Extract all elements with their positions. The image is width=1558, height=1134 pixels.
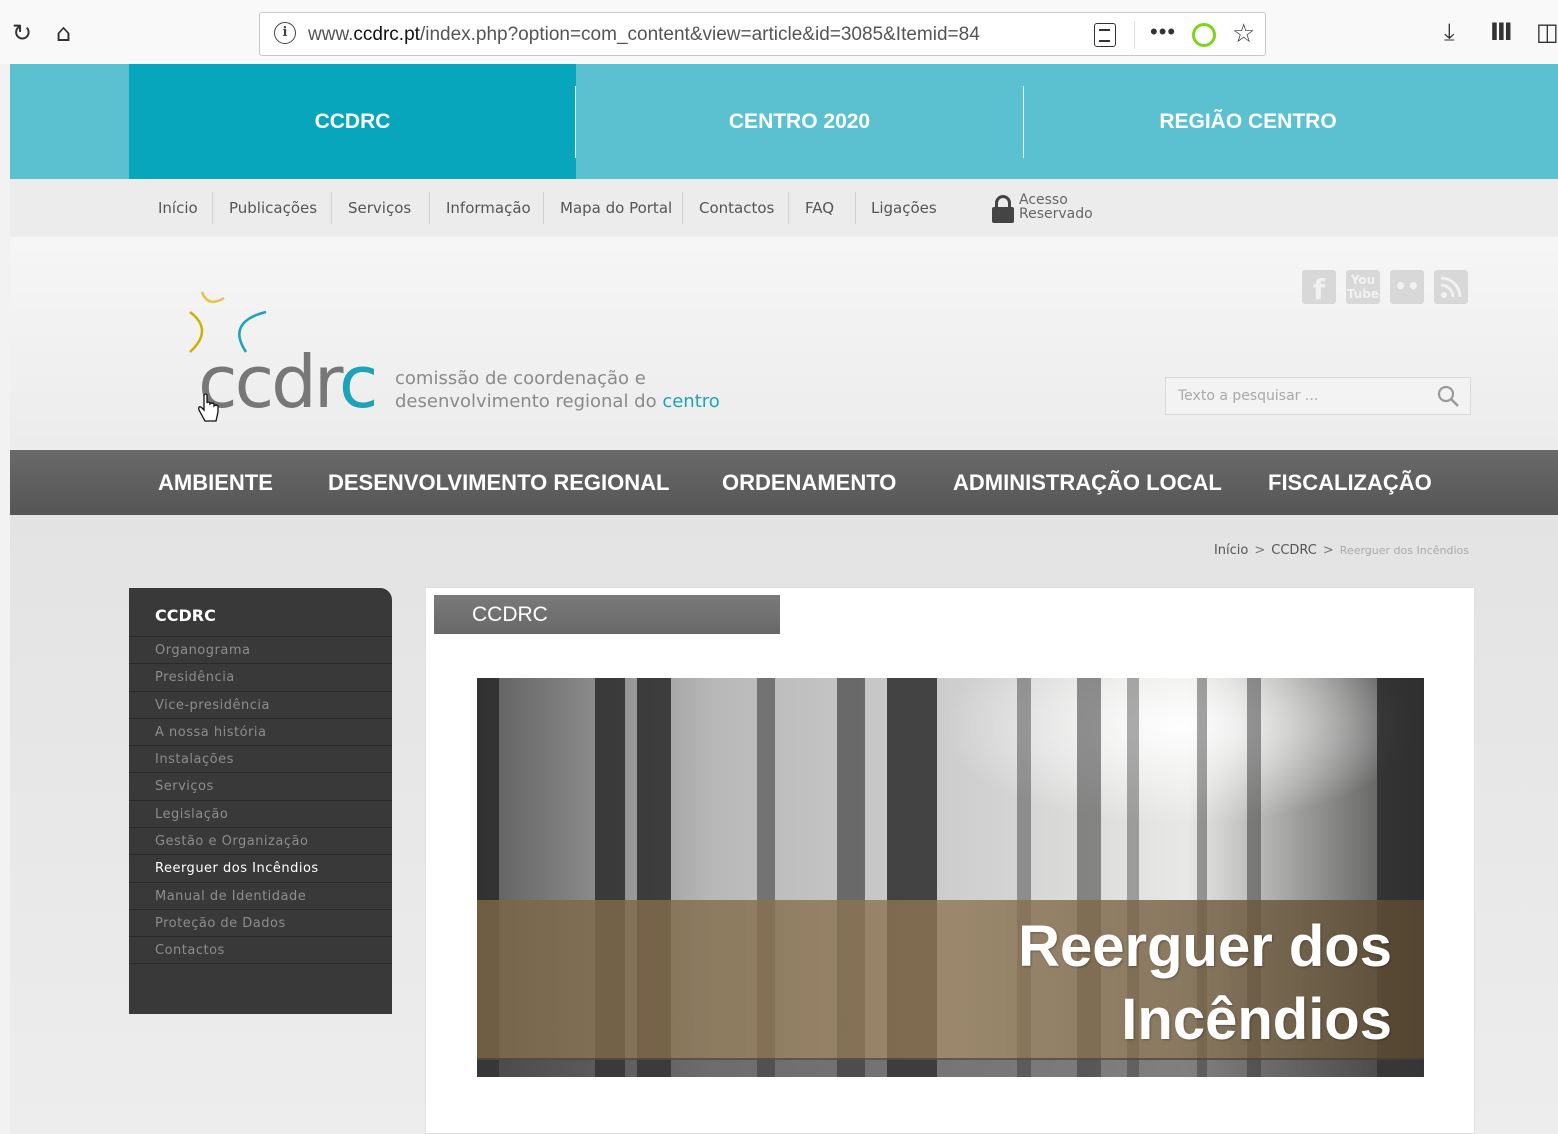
mainnav-fiscalizacao[interactable]: FISCALIZAÇÃO — [1268, 450, 1432, 515]
mainnav-administracao-local[interactable]: ADMINISTRAÇÃO LOCAL — [953, 450, 1222, 515]
breadcrumb-current: Reerguer dos Incêndios — [1339, 544, 1469, 557]
main-nav: AMBIENTE DESENVOLVIMENTO REGIONAL ORDENA… — [10, 450, 1558, 515]
reader-view-icon[interactable] — [1094, 23, 1116, 47]
tab-regiao-centro[interactable]: REGIÃO CENTRO — [1024, 64, 1472, 179]
breadcrumb-ccdrc[interactable]: CCDRC — [1271, 543, 1317, 558]
side-item-organograma[interactable]: Organograma — [129, 636, 392, 663]
secondary-nav: Início Publicações Serviços Informação M… — [10, 179, 1558, 237]
side-item-contactos[interactable]: Contactos — [129, 936, 392, 964]
search-input[interactable] — [1166, 378, 1426, 414]
tab-ccdrc[interactable]: CCDRC — [129, 64, 576, 179]
site-info-icon[interactable]: i — [274, 22, 296, 44]
hand-cursor-icon — [198, 393, 219, 422]
top-section-tabs: CCDRC CENTRO 2020 REGIÃO CENTRO — [10, 64, 1558, 179]
download-icon[interactable]: ⤓ — [1444, 18, 1455, 46]
subnav-contactos[interactable]: Contactos — [699, 179, 774, 237]
subnav-faq[interactable]: FAQ — [805, 179, 834, 237]
address-bar[interactable]: i www.ccdrc.pt/index.php?option=com_cont… — [259, 12, 1266, 56]
side-item-vice-presidencia[interactable]: Vice-presidência — [129, 690, 392, 718]
side-item-servicos[interactable]: Serviços — [129, 772, 392, 799]
logo-tagline: comissão de coordenação e desenvolviment… — [395, 368, 720, 412]
article-panel: CCDRC Reerguer dos Incêndios — [425, 587, 1475, 1134]
side-item-presidencia[interactable]: Presidência — [129, 663, 392, 690]
acesso-reservado-link[interactable]: Acesso Reservado — [1019, 193, 1129, 221]
subnav-ligacoes[interactable]: Ligações — [871, 179, 937, 237]
side-menu: CCDRC Organograma Presidência Vice-presi… — [129, 588, 392, 1014]
side-menu-list: Organograma Presidência Vice-presidência… — [129, 636, 392, 964]
side-item-reerguer-dos-incendios[interactable]: Reerguer dos Incêndios — [129, 854, 392, 881]
side-item-instalacoes[interactable]: Instalações — [129, 745, 392, 772]
side-item-legislacao[interactable]: Legislação — [129, 799, 392, 827]
lock-icon[interactable] — [992, 195, 1014, 225]
subnav-mapa-do-portal[interactable]: Mapa do Portal — [560, 179, 672, 237]
site-header: ccdrc comissão de coordenação e desenvol… — [10, 237, 1558, 450]
article-section-tab: CCDRC — [434, 595, 780, 634]
tab-centro-2020[interactable]: CENTRO 2020 — [576, 64, 1023, 179]
side-item-gestao-e-organizacao[interactable]: Gestão e Organização — [129, 827, 392, 854]
logo-wordmark[interactable]: ccdrc — [198, 337, 378, 427]
reload-icon[interactable]: ↻ — [12, 18, 32, 48]
bookmark-star-icon[interactable]: ☆ — [1232, 19, 1255, 49]
subnav-informacao[interactable]: Informação — [446, 179, 531, 237]
url-text[interactable]: www.ccdrc.pt/index.php?option=com_conten… — [308, 24, 1038, 46]
side-item-a-nossa-historia[interactable]: A nossa história — [129, 717, 392, 745]
banner-image: Reerguer dos Incêndios — [477, 678, 1424, 1077]
home-icon[interactable]: ⌂ — [56, 18, 71, 48]
sidebar-icon[interactable]: ◫ — [1536, 18, 1558, 46]
mainnav-ambiente[interactable]: AMBIENTE — [158, 450, 273, 515]
youtube-icon[interactable]: You Tube — [1346, 270, 1380, 304]
page-actions-icon[interactable]: ••• — [1150, 19, 1176, 45]
pocket-icon[interactable] — [1192, 23, 1216, 47]
breadcrumb-inicio[interactable]: Início — [1214, 543, 1248, 558]
side-menu-title: CCDRC — [155, 606, 216, 625]
search-icon[interactable] — [1436, 384, 1460, 408]
subnav-inicio[interactable]: Início — [158, 179, 198, 237]
rss-icon[interactable] — [1434, 270, 1468, 304]
subnav-servicos[interactable]: Serviços — [348, 179, 411, 237]
facebook-icon[interactable]: f — [1302, 270, 1336, 306]
mainnav-desenvolvimento-regional[interactable]: DESENVOLVIMENTO REGIONAL — [328, 450, 669, 515]
side-item-protecao-de-dados[interactable]: Proteção de Dados — [129, 908, 392, 936]
mainnav-ordenamento[interactable]: ORDENAMENTO — [722, 450, 896, 515]
flickr-icon[interactable]: •• — [1390, 270, 1424, 304]
breadcrumb: Início > CCDRC > Reerguer dos Incêndios — [1213, 543, 1469, 558]
search-box — [1165, 377, 1471, 415]
banner-title: Reerguer dos Incêndios — [1018, 914, 1392, 1052]
library-icon[interactable]: Ⅲ — [1490, 18, 1513, 46]
browser-toolbar: ↻ ⌂ i www.ccdrc.pt/index.php?option=com_… — [0, 0, 1558, 64]
subnav-publicacoes[interactable]: Publicações — [229, 179, 317, 237]
side-item-manual-de-identidade[interactable]: Manual de Identidade — [129, 881, 392, 909]
